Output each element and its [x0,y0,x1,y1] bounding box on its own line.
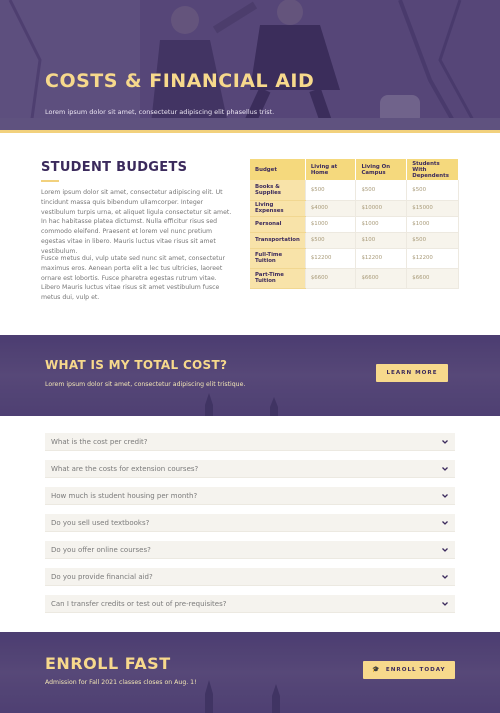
table-header-cell: Budget [250,159,306,180]
total-cost-heading: WHAT IS MY TOTAL COST? [45,358,228,372]
learn-more-button[interactable]: LEARN MORE [376,364,448,382]
heading-underline [41,180,59,182]
table-cell: $1000 [355,216,408,233]
chevron-down-icon [442,602,448,606]
graduation-cap-icon: 🎓 [372,666,381,673]
faq-question: Do you offer online courses? [51,546,151,554]
faq-item[interactable]: Do you offer online courses? [45,541,455,559]
table-row: Books & Supplies $500 $500 $500 [250,180,459,201]
table-cell: $1000 [406,216,459,233]
table-cell: $1000 [305,216,357,233]
table-row-label: Books & Supplies [250,180,306,201]
table-row: Personal $1000 $1000 $1000 [250,216,459,233]
table-row: Part-Time Tuition $6600 $6600 $6600 [250,268,459,289]
faq-question: Do you provide financial aid? [51,573,153,581]
table-cell: $6600 [305,268,357,289]
faq-item[interactable]: Do you provide financial aid? [45,568,455,586]
table-header-row: Budget Living at Home Living On Campus S… [250,159,459,180]
table-header-cell: Living On Campus [355,159,408,180]
total-cost-subtitle: Lorem ipsum dolor sit amet, consectetur … [45,381,246,388]
table-cell: $500 [355,180,408,201]
table-cell: $100 [355,232,408,249]
table-row: Full-Time Tuition $12200 $12200 $12200 [250,248,459,269]
table-cell: $6600 [355,268,408,289]
table-cell: $12200 [406,248,459,269]
table-row-label: Transportation [250,232,306,249]
table-cell: $15000 [406,200,459,217]
table-cell: $500 [305,232,357,249]
budgets-paragraph-2: Fusce metus dui, vulp utate sed nunc sit… [41,255,225,302]
total-cost-banner: WHAT IS MY TOTAL COST? Lorem ipsum dolor… [0,335,500,416]
chevron-down-icon [442,467,448,471]
budgets-paragraph-1: Lorem ipsum dolor sit amet, consectetur … [41,189,232,255]
table-header-cell: Students With Dependents [406,159,459,180]
faq-question: What is the cost per credit? [51,438,148,446]
table-row-label: Living Expenses [250,200,306,217]
budgets-heading: STUDENT BUDGETS [41,160,188,175]
table-cell: $500 [305,180,357,201]
enroll-button-label: ENROLL TODAY [385,667,446,673]
table-cell: $12200 [355,248,408,269]
enroll-today-button[interactable]: 🎓 ENROLL TODAY [363,661,455,679]
budget-table: Budget Living at Home Living On Campus S… [250,159,459,289]
hero-bottom-border [0,130,500,133]
table-row-label: Personal [250,216,306,233]
table-row: Living Expenses $4000 $10000 $15000 [250,200,459,217]
table-cell: $6600 [406,268,459,289]
chevron-down-icon [442,575,448,579]
table-row: Transportation $500 $100 $500 [250,232,459,249]
table-cell: $4000 [305,200,357,217]
faq-item[interactable]: What is the cost per credit? [45,433,455,451]
table-cell: $500 [406,232,459,249]
table-cell: $500 [406,180,459,201]
faq-item[interactable]: How much is student housing per month? [45,487,455,505]
chevron-down-icon [442,521,448,525]
enroll-banner: ENROLL FAST Admission for Fall 2021 clas… [0,632,500,713]
faq-question: What are the costs for extension courses… [51,465,199,473]
faq-item[interactable]: Do you sell used textbooks? [45,514,455,532]
table-cell: $12200 [305,248,357,269]
faq-item[interactable]: Can I transfer credits or test out of pr… [45,595,455,613]
faq-question: Can I transfer credits or test out of pr… [51,600,227,608]
page-title: COSTS & FINANCIAL AID [45,70,315,92]
enroll-subtitle: Admission for Fall 2021 classes closes o… [45,679,197,686]
chevron-down-icon [442,494,448,498]
chevron-down-icon [442,548,448,552]
faq-question: Do you sell used textbooks? [51,519,150,527]
hero-banner: COSTS & FINANCIAL AID Lorem ipsum dolor … [0,0,500,133]
enroll-heading: ENROLL FAST [45,654,171,673]
faq-question: How much is student housing per month? [51,492,198,500]
chevron-down-icon [442,440,448,444]
hero-subtitle: Lorem ipsum dolor sit amet, consectetur … [45,108,275,116]
faq-item[interactable]: What are the costs for extension courses… [45,460,455,478]
table-header-cell: Living at Home [305,159,357,180]
table-row-label: Full-Time Tuition [250,248,306,269]
table-cell: $10000 [355,200,408,217]
table-row-label: Part-Time Tuition [250,268,306,289]
